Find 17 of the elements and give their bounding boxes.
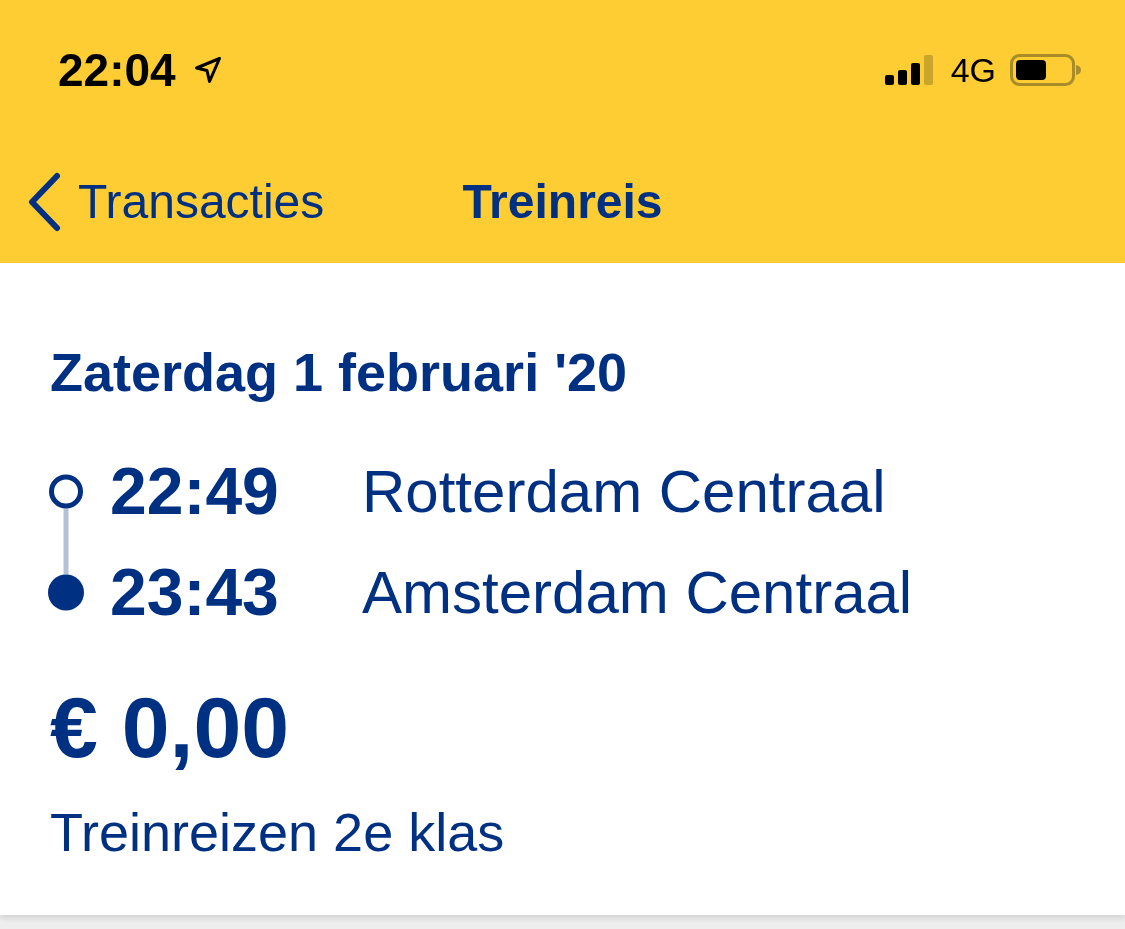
route-line <box>63 508 69 575</box>
trip-date: Zaterdag 1 februari '20 <box>50 341 629 404</box>
screen-title: Treinreis <box>462 174 663 229</box>
station-name: Amsterdam Centraal <box>362 558 913 627</box>
ticket-type-label: Treinreizen 2e klas <box>50 801 506 864</box>
stop-time: 22:49 <box>110 453 279 530</box>
location-arrow-icon <box>193 56 222 84</box>
station-name: Rotterdam Centraal <box>362 457 886 526</box>
battery-icon <box>1010 54 1082 86</box>
network-label: 4G <box>950 50 996 90</box>
chevron-left-icon <box>26 171 62 232</box>
departure-marker-icon <box>49 474 83 509</box>
arrival-marker-icon <box>48 574 84 611</box>
status-time: 22:04 <box>58 43 176 97</box>
stop-time: 23:43 <box>110 554 279 631</box>
price-amount: € 0,00 <box>50 678 291 777</box>
back-button[interactable]: Transacties <box>26 171 325 232</box>
